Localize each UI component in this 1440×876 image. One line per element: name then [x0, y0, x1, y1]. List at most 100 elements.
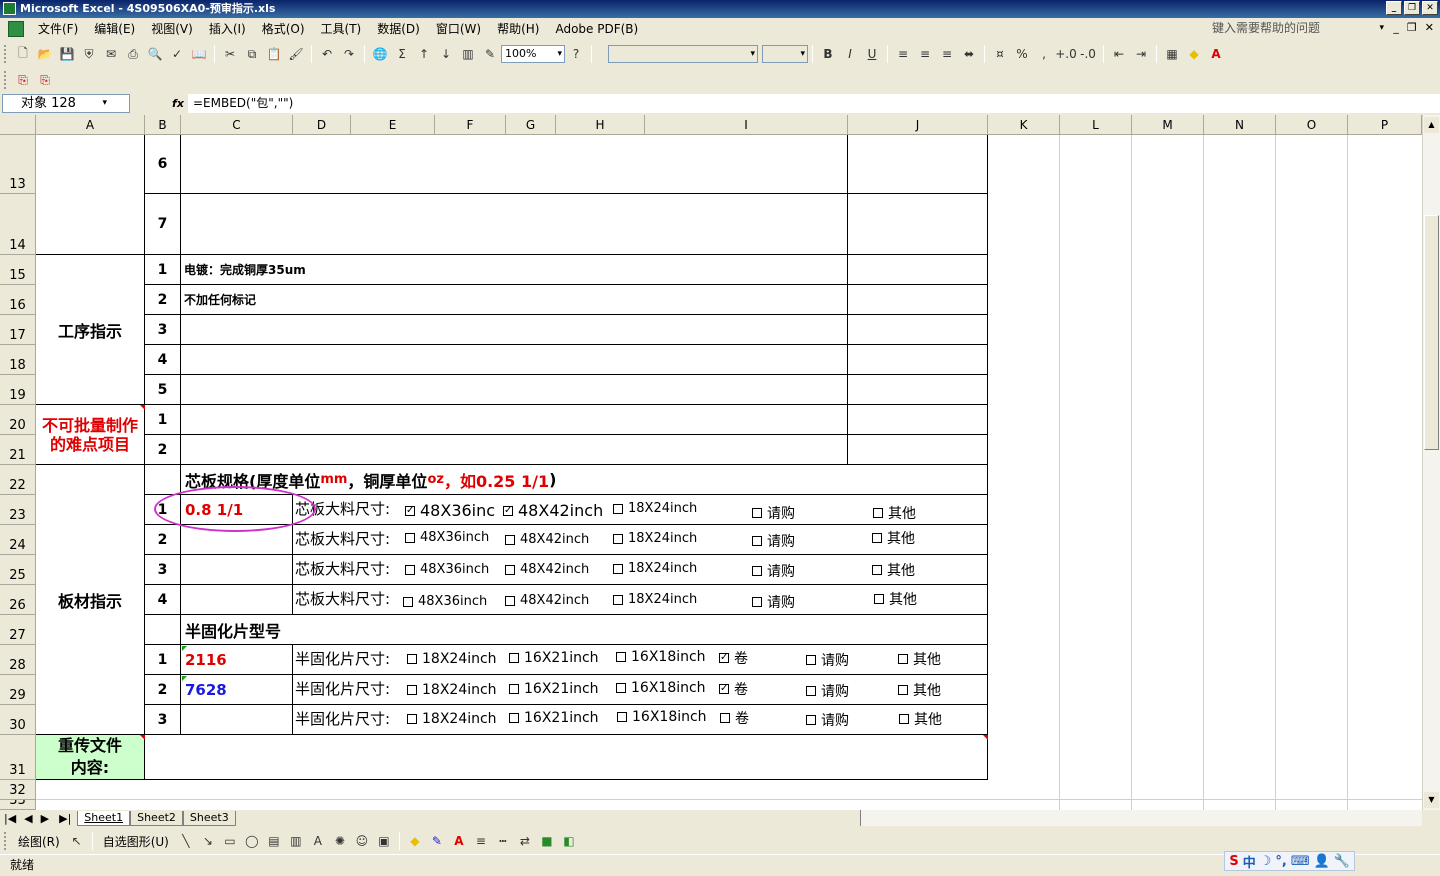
row-header-28[interactable]: 28: [0, 645, 36, 675]
core-option-48x42[interactable]: 48X42inch: [505, 532, 589, 547]
line-icon[interactable]: ╲: [176, 831, 196, 851]
difficult-number[interactable]: 2: [145, 435, 181, 465]
research-icon[interactable]: 📖: [189, 44, 209, 64]
convert-pdf-icon[interactable]: ⎘: [13, 70, 33, 90]
row14-content[interactable]: [181, 194, 848, 255]
prepreg-number[interactable]: 1: [145, 645, 181, 675]
col-header-c[interactable]: C: [181, 115, 293, 135]
oval-icon[interactable]: ◯: [242, 831, 262, 851]
halfwidth-icon[interactable]: ☽: [1260, 854, 1272, 869]
sort-descending-icon[interactable]: ↓: [436, 44, 456, 64]
ime-lang[interactable]: 中: [1243, 852, 1256, 871]
prepreg-value[interactable]: 2116: [181, 645, 293, 675]
core-option-48x42[interactable]: ✓ 48X42inch: [503, 501, 603, 520]
redo-icon[interactable]: ↷: [339, 44, 359, 64]
ellipse-annotation[interactable]: [154, 486, 316, 532]
sheet-tab-3[interactable]: Sheet3: [182, 810, 236, 826]
checkbox-icon[interactable]: [403, 596, 413, 607]
col-header-g[interactable]: G: [506, 115, 556, 135]
doc-minimize-button[interactable]: _: [1393, 21, 1399, 34]
menu-window[interactable]: 窗口(W): [428, 18, 489, 40]
row-header-13[interactable]: 13: [0, 135, 36, 194]
3d-icon[interactable]: ◧: [559, 831, 579, 851]
prepreg-option-other[interactable]: 其他: [899, 709, 942, 729]
ime-toolbar[interactable]: S 中 ☽ °, ⌨ 👤 🔧: [1224, 851, 1355, 871]
help-icon[interactable]: ?: [566, 44, 586, 64]
process-text[interactable]: 电镀：完成铜厚35um: [181, 255, 848, 285]
checkbox-icon[interactable]: [613, 594, 623, 605]
increase-decimal-icon[interactable]: +.0: [1055, 44, 1077, 64]
decrease-decimal-icon[interactable]: -.0: [1078, 44, 1098, 64]
align-center-icon[interactable]: ≡: [915, 44, 935, 64]
checkbox-icon[interactable]: ✓: [405, 505, 415, 516]
core-option-48x36[interactable]: ✓ 48X36inc: [405, 501, 495, 520]
convert-pdf-email-icon[interactable]: ⎘: [35, 70, 55, 90]
spelling-icon[interactable]: ✓: [167, 44, 187, 64]
row-header-32[interactable]: 32: [0, 780, 36, 800]
difficult-text[interactable]: [181, 435, 848, 465]
prepreg-option-other[interactable]: 其他: [898, 680, 941, 700]
checkbox-icon[interactable]: [752, 597, 762, 607]
core-value[interactable]: [181, 555, 293, 585]
checkbox-icon[interactable]: [407, 654, 417, 664]
draw-menu-button[interactable]: 绘图(R): [12, 833, 66, 850]
dash-style-icon[interactable]: ┅: [493, 831, 513, 851]
col-header-f[interactable]: F: [435, 115, 506, 135]
item-number[interactable]: 7: [145, 194, 181, 255]
print-icon[interactable]: ⎙: [123, 44, 143, 64]
keyboard-icon[interactable]: ⌨: [1291, 854, 1310, 869]
process-number[interactable]: 3: [145, 315, 181, 345]
col-header-d[interactable]: D: [293, 115, 351, 135]
prepreg-option-roll[interactable]: 卷: [720, 708, 749, 728]
core-option-48x36[interactable]: 48X36inch: [403, 594, 487, 609]
checkbox-icon[interactable]: [405, 564, 415, 575]
font-color-icon[interactable]: A: [449, 831, 469, 851]
select-objects-icon[interactable]: ↖: [67, 831, 87, 851]
font-color-icon[interactable]: A: [1206, 44, 1226, 64]
prepreg-option-16x21[interactable]: 16X21inch: [509, 710, 599, 726]
prepreg-number[interactable]: 2: [145, 675, 181, 705]
checkbox-icon[interactable]: [407, 685, 417, 695]
col-header-m[interactable]: M: [1132, 115, 1204, 135]
row-header-27[interactable]: 27: [0, 615, 36, 645]
sogou-icon[interactable]: S: [1229, 854, 1238, 869]
prepreg-number[interactable]: 3: [145, 705, 181, 735]
col-header-j[interactable]: J: [848, 115, 988, 135]
row-header-14[interactable]: 14: [0, 194, 36, 255]
checkbox-icon[interactable]: [407, 714, 417, 724]
toolbar-grip[interactable]: [4, 45, 9, 63]
difficult-j[interactable]: [848, 405, 988, 435]
workbook-icon[interactable]: [8, 21, 24, 37]
row-header-22[interactable]: 22: [0, 465, 36, 495]
undo-icon[interactable]: ↶: [317, 44, 337, 64]
core-option-other[interactable]: 其他: [872, 560, 915, 580]
scroll-thumb[interactable]: [1424, 215, 1439, 450]
row-header-15[interactable]: 15: [0, 255, 36, 285]
doc-restore-button[interactable]: ❐: [1407, 21, 1417, 34]
row-header-23[interactable]: 23: [0, 495, 36, 525]
prepreg-option-16x21[interactable]: 16X21inch: [509, 650, 599, 666]
save-icon[interactable]: 💾: [57, 44, 77, 64]
checkbox-icon[interactable]: [509, 713, 519, 723]
checkbox-icon[interactable]: ✓: [719, 684, 729, 694]
worksheet-grid[interactable]: A B C D E F G H I J K L M N O P 13 14 15…: [0, 115, 1422, 810]
checkbox-icon[interactable]: [505, 595, 515, 606]
row14-j[interactable]: [848, 194, 988, 255]
align-left-icon[interactable]: ≡: [893, 44, 913, 64]
shadow-icon[interactable]: ■: [537, 831, 557, 851]
borders-icon[interactable]: ▦: [1162, 44, 1182, 64]
process-label[interactable]: 工序指示: [36, 255, 145, 405]
difficult-label[interactable]: 不可批量制作的难点项目: [36, 405, 145, 465]
checkbox-icon[interactable]: [509, 684, 519, 694]
col-header-o[interactable]: O: [1276, 115, 1348, 135]
prepreg-option-roll[interactable]: ✓ 卷: [719, 648, 748, 668]
row-header-17[interactable]: 17: [0, 315, 36, 345]
zoom-select[interactable]: 100%: [501, 45, 565, 63]
bold-icon[interactable]: B: [818, 44, 838, 64]
sheet-tab-2[interactable]: Sheet2: [130, 810, 183, 826]
menu-help[interactable]: 帮助(H): [489, 18, 547, 40]
col-header-i[interactable]: I: [645, 115, 848, 135]
paste-icon[interactable]: 📋: [264, 44, 284, 64]
arrow-style-icon[interactable]: ⇄: [515, 831, 535, 851]
core-option-purchase[interactable]: 请购: [752, 592, 795, 612]
